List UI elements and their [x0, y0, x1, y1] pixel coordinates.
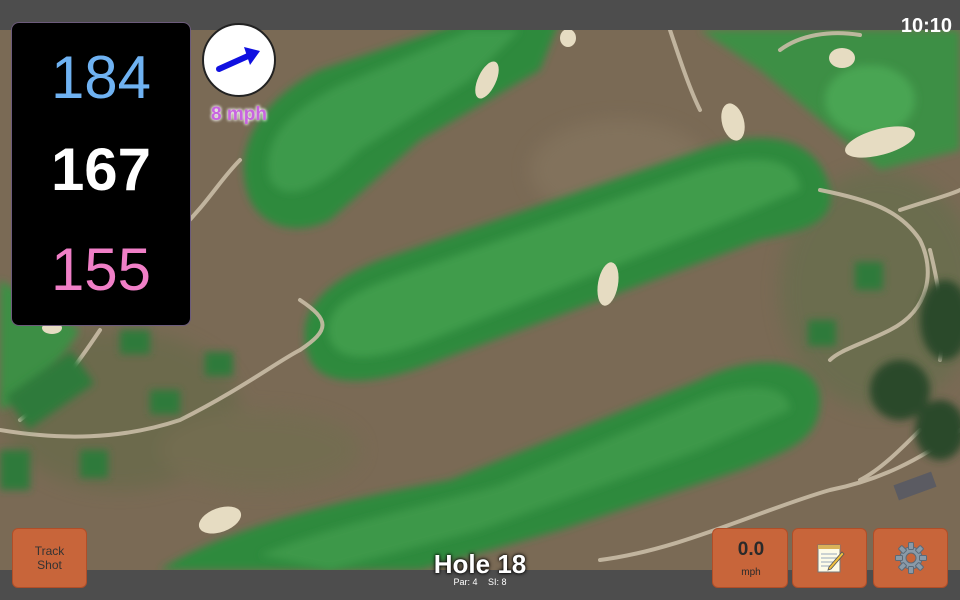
settings-button[interactable] [873, 528, 948, 588]
hole-stroke-index: SI: 8 [488, 577, 507, 587]
notes-button[interactable] [792, 528, 867, 588]
distance-front: 155 [50, 236, 152, 303]
hole-info: Par: 4 SI: 8 [380, 577, 580, 587]
track-shot-button[interactable]: Track Shot [12, 528, 87, 588]
notepad-icon [817, 544, 845, 573]
speed-unit: mph [741, 567, 761, 578]
distance-panel: 184 167 155 [11, 22, 191, 326]
wind-direction-dial [202, 23, 276, 97]
wind-arrow-icon [216, 47, 260, 72]
wind-speed: 8 mph [211, 104, 267, 125]
distance-middle: 167 [50, 136, 152, 203]
gear-icon [894, 542, 927, 574]
clock: 10:10 [900, 15, 952, 37]
hole-title: Hole 18 [433, 549, 527, 579]
speed-button[interactable]: 0.0 mph [712, 528, 788, 588]
speed-value: 0.0 [737, 539, 765, 560]
track-shot-label-line1: Track [34, 544, 65, 558]
hole-par: Par: 4 [453, 577, 478, 587]
distance-back: 184 [50, 44, 152, 111]
track-shot-label-line2: Shot [37, 558, 62, 572]
